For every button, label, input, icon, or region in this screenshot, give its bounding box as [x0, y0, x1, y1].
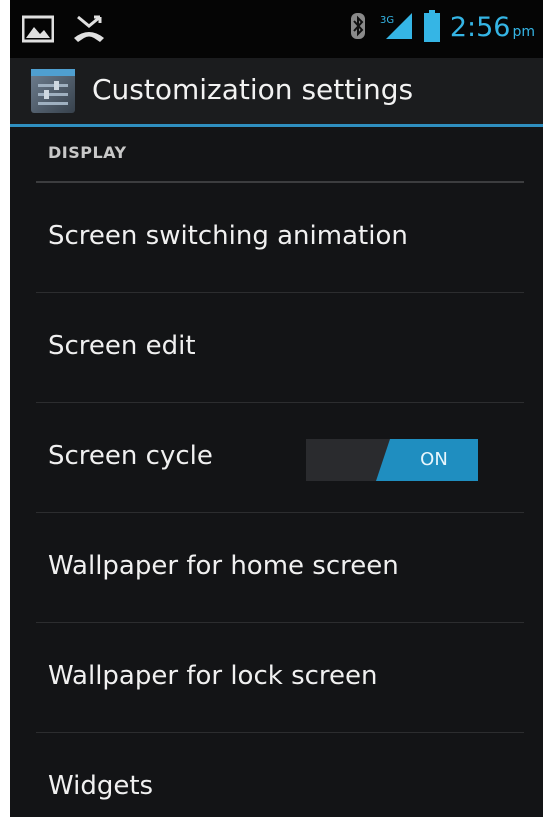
setting-screen-edit[interactable]: Screen edit: [36, 293, 524, 403]
page-title: Customization settings: [92, 73, 414, 106]
gallery-icon: [21, 15, 55, 47]
setting-screen-switching-animation[interactable]: Screen switching animation: [36, 183, 524, 293]
setting-widgets[interactable]: Widgets: [36, 733, 524, 817]
setting-wallpaper-home-screen[interactable]: Wallpaper for home screen: [36, 513, 524, 623]
setting-label: Widgets: [48, 771, 154, 801]
battery-icon: [423, 10, 440, 46]
clock: 2:56 pm: [450, 11, 535, 45]
setting-label: Screen switching animation: [48, 221, 408, 251]
setting-label: Screen edit: [48, 331, 196, 361]
setting-wallpaper-lock-screen[interactable]: Wallpaper for lock screen: [36, 623, 524, 733]
notification-icons: [21, 14, 106, 48]
toggle-state-label: ON: [420, 449, 448, 470]
setting-label: Wallpaper for lock screen: [48, 661, 378, 691]
settings-list: DISPLAY Screen switching animation Scree…: [10, 127, 543, 817]
system-status-icons: 3G 2:56 pm: [348, 10, 535, 46]
setting-label: Wallpaper for home screen: [48, 551, 399, 581]
network-type-label: 3G: [380, 15, 394, 26]
section-header-display: DISPLAY: [36, 127, 524, 183]
action-bar: Customization settings: [10, 58, 543, 127]
bluetooth-icon: [348, 11, 368, 45]
screen-cycle-toggle[interactable]: ON: [306, 439, 478, 481]
phone-screen: 3G 2:56 pm Customization settings DISPLA…: [10, 0, 543, 817]
clock-time: 2:56: [449, 12, 511, 43]
clock-ampm: pm: [512, 24, 535, 40]
setting-label: Screen cycle: [48, 441, 213, 471]
signal-icon: 3G: [378, 11, 414, 45]
setting-screen-cycle[interactable]: Screen cycle ON: [36, 403, 524, 513]
section-header-label: DISPLAY: [48, 143, 127, 162]
app-settings-icon[interactable]: [30, 68, 76, 114]
status-bar: 3G 2:56 pm: [10, 0, 543, 58]
missed-call-icon: [72, 14, 106, 48]
